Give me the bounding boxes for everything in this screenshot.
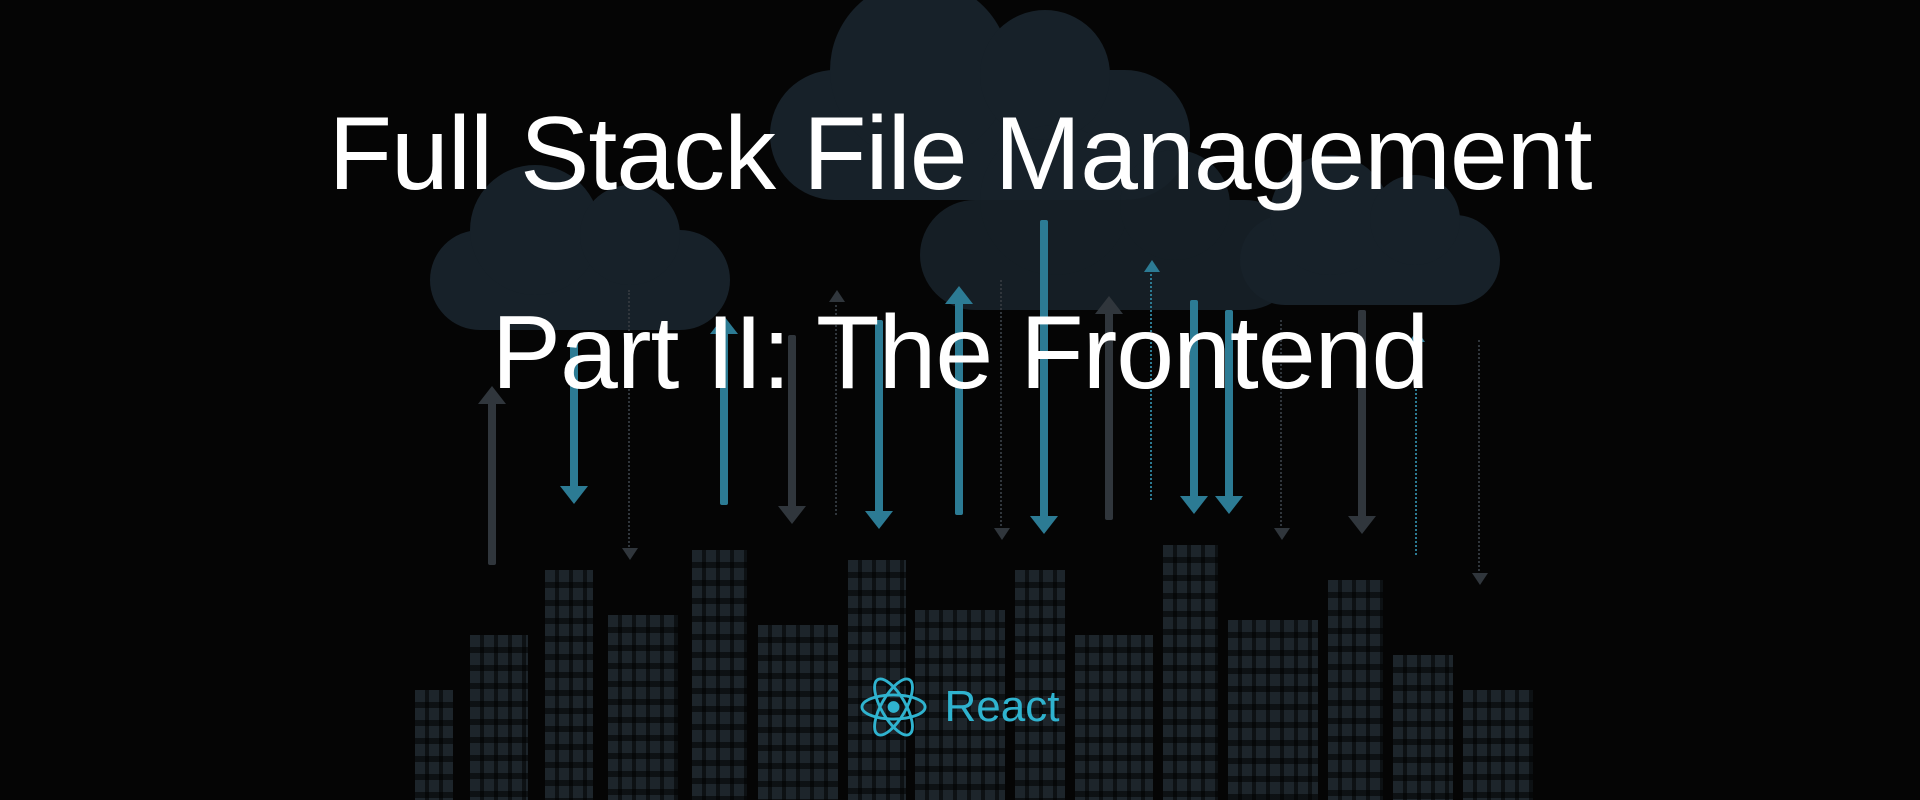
upload-arrow-icon bbox=[488, 400, 496, 565]
building-shape bbox=[1328, 580, 1383, 800]
building-shape bbox=[692, 550, 747, 800]
building-shape bbox=[1228, 620, 1318, 800]
hero-section: Full Stack File Management Part II: The … bbox=[0, 100, 1920, 408]
building-shape bbox=[545, 570, 593, 800]
tech-badge-label: React bbox=[945, 682, 1060, 732]
react-logo-icon bbox=[861, 674, 927, 740]
building-shape bbox=[415, 690, 453, 800]
building-shape bbox=[1463, 690, 1533, 800]
tech-badge: React bbox=[861, 674, 1060, 740]
page-title: Full Stack File Management bbox=[0, 100, 1920, 209]
building-shape bbox=[1393, 655, 1453, 800]
building-shape bbox=[758, 625, 838, 800]
building-shape bbox=[1163, 545, 1218, 800]
city-skyline bbox=[360, 500, 1560, 800]
page-subtitle: Part II: The Frontend bbox=[0, 299, 1920, 408]
building-shape bbox=[1075, 635, 1153, 800]
building-shape bbox=[470, 635, 528, 800]
building-shape bbox=[608, 615, 678, 800]
